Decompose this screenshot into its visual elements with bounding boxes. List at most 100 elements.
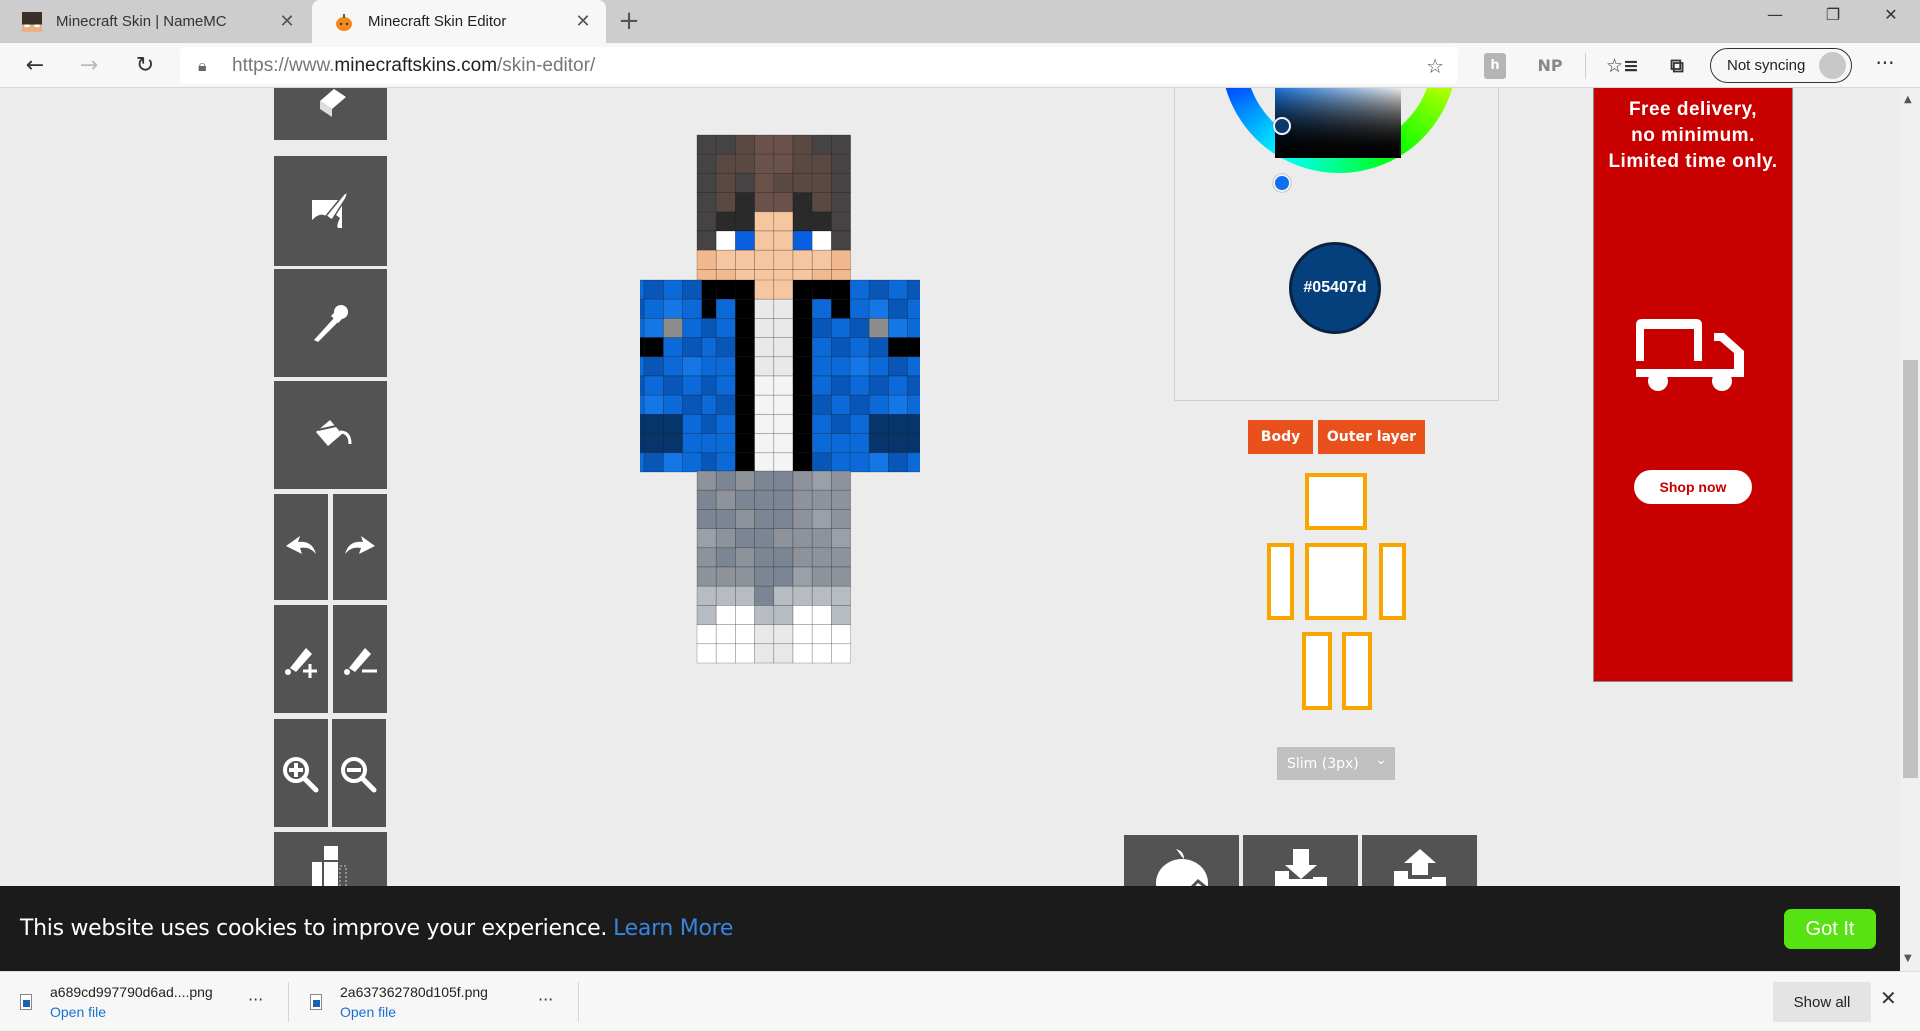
upload-button[interactable] — [1362, 835, 1477, 886]
download-item[interactable]: a689cd997790d6ad....png Open file ··· — [0, 972, 289, 1031]
skin-pixel — [735, 566, 755, 587]
tab-namemc[interactable]: Minecraft Skin | NameMC ✕ — [0, 0, 310, 43]
eyedropper-tool-button[interactable] — [274, 269, 387, 377]
skin-pixel — [773, 298, 794, 319]
skin-pixel — [773, 230, 794, 251]
download-item[interactable]: 2a637362780d105f.png Open file ··· — [290, 972, 579, 1031]
skin-pixel — [643, 298, 664, 319]
part-head[interactable] — [1305, 473, 1367, 530]
tab-skin-editor[interactable]: Minecraft Skin Editor ✕ — [312, 0, 606, 43]
download-button[interactable] — [1243, 835, 1358, 886]
download-more-button[interactable]: ··· — [538, 990, 553, 1009]
skin-pixel — [754, 192, 775, 213]
skin-pixel — [696, 624, 717, 645]
close-window-button[interactable]: ✕ — [1868, 0, 1914, 30]
open-file-link[interactable]: Open file — [340, 1004, 488, 1020]
skin-pixel — [888, 375, 908, 396]
hue-handle[interactable] — [1273, 174, 1291, 192]
close-tab-icon[interactable]: ✕ — [568, 11, 598, 32]
skin-preview-canvas[interactable] — [640, 133, 920, 758]
body-layer-button[interactable]: Body — [1248, 420, 1313, 454]
scrollbar-thumb[interactable] — [1903, 360, 1918, 778]
favorite-star-icon[interactable]: ☆ — [1426, 54, 1444, 78]
reload-button[interactable]: ↻ — [128, 49, 162, 83]
skin-pixel — [754, 489, 775, 510]
skin-pixel — [640, 375, 645, 396]
part-right-arm[interactable] — [1267, 543, 1294, 620]
skin-pixel — [715, 566, 736, 587]
tab-bar: Minecraft Skin | NameMC ✕ Minecraft Skin… — [0, 0, 1920, 43]
toggle-parts-button[interactable] — [274, 832, 387, 886]
got-it-button[interactable]: Got It — [1784, 909, 1876, 949]
forward-button[interactable]: → — [72, 49, 106, 83]
skin-pixel — [754, 356, 775, 377]
download-more-button[interactable]: ··· — [248, 990, 263, 1009]
close-downloads-bar-button[interactable]: ✕ — [1880, 986, 1897, 1010]
image-file-icon — [310, 993, 322, 1010]
url-input[interactable]: 🔒︎ https://www.minecraftskins.com/skin-e… — [180, 47, 1458, 84]
skin-pixel — [868, 337, 889, 358]
new-tab-button[interactable]: + — [614, 6, 644, 36]
skin-pixel — [831, 134, 851, 155]
open-file-link[interactable]: Open file — [50, 1004, 213, 1020]
skin-pixel — [735, 414, 755, 434]
close-tab-icon[interactable]: ✕ — [272, 11, 302, 32]
skin-left-arm[interactable] — [849, 279, 920, 473]
darken-button[interactable] — [333, 605, 387, 713]
skin-pixel — [773, 414, 794, 434]
learn-more-link[interactable]: Learn More — [613, 916, 733, 941]
paint-brush-tool-button[interactable] — [274, 156, 387, 266]
minecraft-head-icon — [22, 11, 42, 32]
zoom-in-button[interactable] — [274, 719, 328, 827]
collections-icon[interactable]: ⧉ — [1662, 53, 1692, 79]
skin-pixel — [696, 470, 717, 491]
shop-now-button[interactable]: Shop now — [1634, 470, 1752, 504]
skin-pixel — [643, 356, 664, 377]
skin-pixel — [849, 356, 870, 377]
part-right-leg[interactable] — [1302, 632, 1332, 710]
skin-pixel — [792, 318, 813, 338]
minimize-button[interactable]: — — [1752, 0, 1798, 30]
skin-pixel — [831, 230, 851, 251]
cookie-message: This website uses cookies to improve you… — [20, 916, 734, 941]
paint-bucket-tool-button[interactable] — [274, 381, 387, 489]
zoom-out-button[interactable] — [332, 719, 386, 827]
skin-pixel — [715, 489, 736, 510]
favorites-icon[interactable]: ☆≡ — [1606, 53, 1639, 79]
restore-button[interactable]: ❐ — [1810, 0, 1856, 30]
show-all-downloads-button[interactable]: Show all — [1773, 982, 1871, 1022]
profile-sync-button[interactable]: Not syncing — [1710, 48, 1852, 83]
settings-more-button[interactable]: ··· — [1868, 51, 1902, 81]
redo-button[interactable] — [333, 494, 387, 600]
skin-head[interactable] — [696, 134, 851, 289]
sv-handle[interactable] — [1273, 117, 1291, 135]
skin-right-arm[interactable] — [640, 279, 703, 473]
scroll-up-arrow[interactable]: ▲ — [1904, 94, 1912, 105]
skin-legs[interactable] — [696, 470, 851, 664]
new-skin-button[interactable] — [1124, 835, 1239, 886]
skin-pixel — [831, 356, 851, 377]
np-extension-icon[interactable]: NP — [1535, 53, 1565, 79]
skin-pixel — [792, 375, 813, 396]
arm-model-select[interactable]: Slim (3px) ⌄ — [1277, 747, 1395, 780]
eraser-tool-button[interactable] — [274, 88, 387, 140]
skin-pixel — [735, 356, 755, 377]
skin-torso[interactable] — [696, 279, 851, 473]
skin-pixel — [773, 153, 794, 174]
saturation-value-box[interactable] — [1275, 88, 1401, 158]
honey-extension-icon[interactable]: h — [1484, 53, 1506, 79]
page-scrollbar[interactable]: ▲ ▼ — [1900, 88, 1920, 971]
skin-pixel — [715, 173, 736, 193]
scroll-down-arrow[interactable]: ▼ — [1904, 953, 1912, 964]
part-left-leg[interactable] — [1342, 632, 1372, 710]
color-picker-panel: #05407d — [1174, 88, 1499, 401]
advertisement-banner[interactable]: Free delivery, no minimum. Limited time … — [1593, 88, 1793, 682]
outer-layer-button[interactable]: Outer layer — [1318, 420, 1425, 454]
part-left-arm[interactable] — [1379, 543, 1406, 620]
skin-pixel — [715, 585, 736, 606]
undo-button[interactable] — [274, 494, 328, 600]
skin-pixel — [792, 249, 813, 270]
back-button[interactable]: ← — [18, 49, 52, 83]
part-torso[interactable] — [1305, 543, 1367, 620]
lighten-button[interactable] — [274, 605, 328, 713]
